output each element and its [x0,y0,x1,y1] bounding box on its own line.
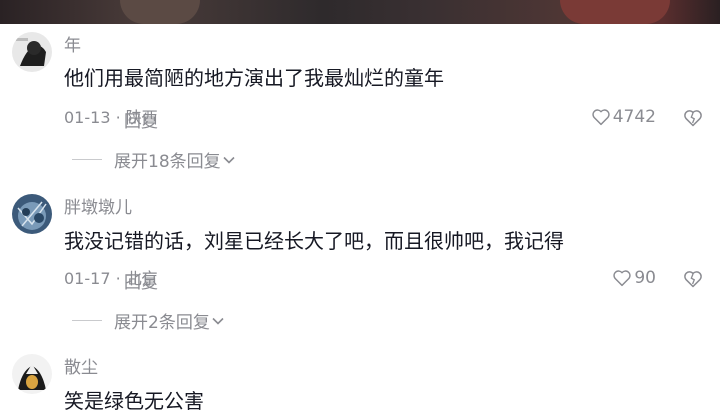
video-player-strip[interactable] [0,0,720,24]
comment-item: 散尘 笑是绿色无公害 [0,344,720,413]
like-count: 4742 [612,107,656,127]
comment-item: 年 他们用最简陋的地方演出了我最灿烂的童年 01-13 · 陕西 回复 4742… [0,24,720,184]
like-count: 90 [634,268,656,288]
video-figure-right [560,0,670,24]
heart-outline-icon [613,270,632,287]
comment-date: 01-17 [64,269,111,288]
expand-replies-label: 展开2条回复 [114,313,210,333]
broken-heart-icon[interactable] [683,108,703,128]
divider-line [72,320,102,321]
heart-outline-icon [592,109,610,126]
chevron-down-icon [223,156,235,164]
meta-separator: · [115,269,121,288]
comment-text: 他们用最简陋的地方演出了我最灿烂的童年 [64,66,444,90]
chevron-down-icon [212,317,224,325]
expand-replies-label: 展开18条回复 [114,152,221,172]
broken-heart-icon[interactable] [683,269,703,289]
comment-username[interactable]: 年 [64,36,81,56]
comment-text: 我没记错的话，刘星已经长大了吧，而且很帅吧，我记得 [64,229,564,253]
video-figure-left [120,0,200,24]
avatar[interactable] [12,354,52,394]
avatar[interactable] [12,32,52,72]
like-button[interactable]: 4742 [591,107,656,127]
comment-item: 胖墩墩儿 我没记错的话，刘星已经长大了吧，而且很帅吧，我记得 01-17 · 北… [0,184,720,344]
like-button[interactable]: 90 [612,268,656,288]
divider-line [72,159,102,160]
expand-replies-button[interactable]: 展开2条回复 [72,308,224,333]
comment-text: 笑是绿色无公害 [64,389,204,413]
comment-username[interactable]: 散尘 [64,358,98,378]
expand-replies-button[interactable]: 展开18条回复 [72,147,235,172]
avatar[interactable] [12,194,52,234]
comment-username[interactable]: 胖墩墩儿 [64,198,132,218]
reply-button[interactable]: 回复 [124,107,158,132]
reply-button[interactable]: 回复 [124,268,158,293]
comment-date: 01-13 [64,108,111,127]
meta-separator: · [115,108,121,127]
